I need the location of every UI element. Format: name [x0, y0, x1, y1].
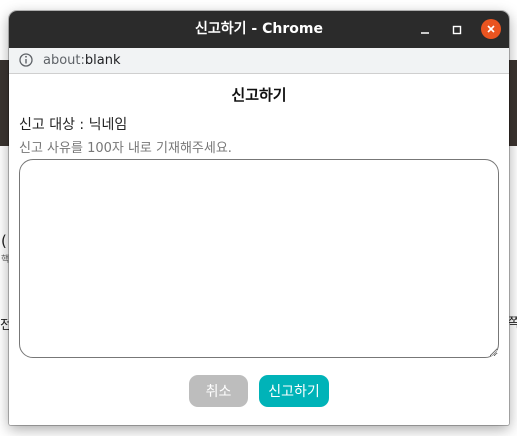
submit-report-button[interactable]: 신고하기: [259, 375, 329, 407]
minimize-icon: [421, 32, 429, 34]
minimize-button[interactable]: [415, 20, 435, 40]
close-button[interactable]: [481, 19, 501, 39]
cancel-button[interactable]: 취소: [189, 375, 248, 407]
report-target-label: 신고 대상 :: [19, 117, 89, 133]
background-text-fragment: 쪽: [508, 316, 517, 331]
url-bar[interactable]: about:blank: [9, 48, 509, 74]
report-target: 신고 대상 : 닉네임: [19, 114, 127, 134]
url-scheme: about:: [43, 53, 85, 68]
url-text: about:blank: [43, 48, 121, 73]
info-icon[interactable]: [19, 53, 33, 67]
url-path: blank: [84, 53, 121, 68]
reason-hint: 신고 사유를 100자 내로 기재해주세요.: [19, 141, 232, 156]
popup-window: 신고하기 - Chrome about:blank 신고하기 신고 대상: 닉…: [9, 11, 509, 425]
dialog-heading: 신고하기: [231, 86, 287, 104]
close-icon: [487, 25, 495, 33]
maximize-icon: [452, 25, 462, 35]
window-titlebar[interactable]: 신고하기 - Chrome: [9, 11, 509, 48]
background-text-fragment: (: [1, 232, 7, 250]
report-dialog: 신고하기 신고 대상 : 닉네임 신고 사유를 100자 내로 기재해주세요. …: [9, 74, 509, 425]
reason-textarea[interactable]: [19, 159, 499, 358]
report-target-value: 닉네임: [88, 117, 128, 133]
maximize-button[interactable]: [447, 20, 467, 40]
